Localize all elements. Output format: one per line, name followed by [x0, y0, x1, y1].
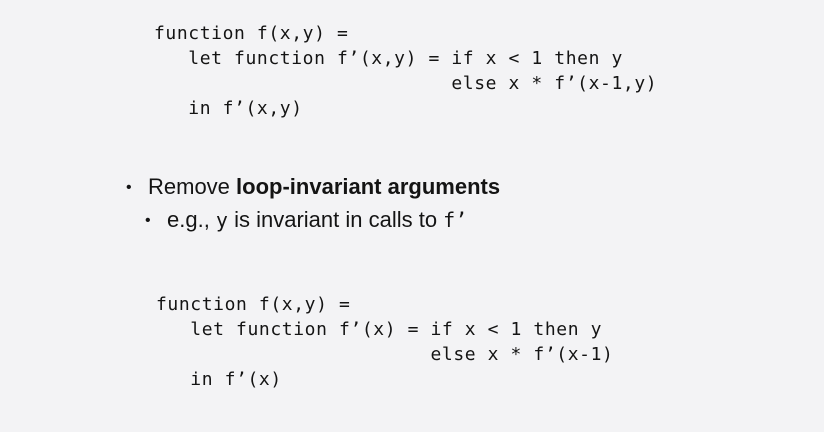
bullet-dot-icon: •: [145, 212, 151, 229]
code-line: function f(x,y) =: [156, 294, 351, 315]
example-prefix: e.g.,: [167, 207, 216, 232]
slide: function f(x,y) = let function f’(x,y) =…: [0, 0, 824, 432]
example-middle: is invariant in calls to: [227, 207, 444, 232]
code-line: let function f’(x,y) = if x < 1 then y: [154, 48, 623, 69]
bullet-text: Remove: [148, 174, 237, 199]
bullet-emphasis: loop-invariant arguments: [236, 174, 501, 199]
code-line: let function f’(x) = if x < 1 then y: [156, 319, 603, 340]
code-line: function f(x,y) =: [154, 23, 349, 44]
example-variable: y: [215, 208, 228, 232]
code-block-after: function f(x,y) = let function f’(x) = i…: [156, 292, 613, 392]
bullet-example: • e.g., y is invariant in calls to f’: [145, 206, 467, 235]
code-line: else x * f’(x-1): [156, 344, 614, 365]
code-line: else x * f’(x-1,y): [154, 73, 658, 94]
example-function-name: f’: [443, 208, 468, 232]
code-line: in f’(x,y): [154, 98, 303, 119]
bullet-dot-icon: •: [126, 179, 132, 196]
code-line: in f’(x): [156, 369, 282, 390]
code-block-before: function f(x,y) = let function f’(x,y) =…: [154, 21, 657, 121]
bullet-remove-loop-invariant: • Remove loop-invariant arguments: [126, 173, 500, 202]
